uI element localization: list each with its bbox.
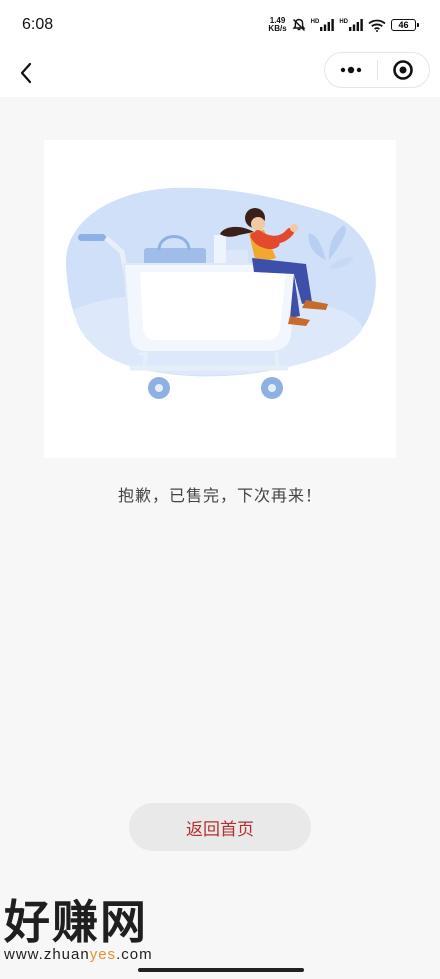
shopping-cart-illustration <box>65 187 376 399</box>
wifi-icon <box>368 19 386 32</box>
status-icons: 1.49 KB/s HD HD 46 <box>268 16 419 33</box>
home-indicator[interactable] <box>138 968 304 972</box>
more-dots-icon <box>340 66 361 74</box>
chevron-left-icon <box>20 62 32 84</box>
target-close-icon <box>393 60 414 80</box>
watermark-url: www.zhuanyes.com <box>4 946 153 963</box>
signal-icon-1: HD <box>311 19 335 31</box>
return-home-button[interactable]: 返回首页 <box>129 803 311 851</box>
close-button[interactable] <box>377 53 429 87</box>
network-speed: 1.49 KB/s <box>268 16 287 33</box>
sold-out-illustration <box>44 140 396 458</box>
watermark-brand: 好赚网 <box>4 895 148 949</box>
more-button[interactable] <box>325 53 377 87</box>
nav-bar <box>0 50 440 97</box>
bell-muted-icon <box>292 18 306 31</box>
sold-out-message: 抱歉，已售完，下次再来！ <box>117 486 322 505</box>
signal-icon-2: HD <box>339 19 363 31</box>
status-bar: 6:08 1.49 KB/s HD HD 46 <box>0 0 440 50</box>
back-button[interactable] <box>12 56 40 90</box>
battery-icon: 46 <box>391 19 419 31</box>
mini-program-capsule <box>324 52 430 88</box>
watermark-logo: 好赚网 www.zhuanyes.com <box>4 896 194 963</box>
status-time: 6:08 <box>22 16 54 33</box>
